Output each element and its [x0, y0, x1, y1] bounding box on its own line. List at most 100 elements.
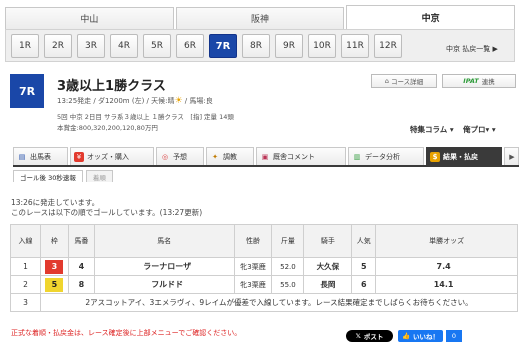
x-logo-icon: 𝕏 — [355, 332, 361, 340]
ipat-link-label: 連携 — [481, 78, 495, 86]
facebook-like-label: いいね！ — [413, 333, 440, 341]
tab-finishing-order[interactable]: 着順 — [85, 170, 113, 182]
waku-badge: 3 — [45, 259, 64, 274]
popularity-cell: 6 — [351, 275, 377, 294]
race-conditions: 5回 中京 2日目 サラ系３歳以上 １勝クラス [指] 定量 14頭 — [57, 113, 234, 121]
facebook-like-count: 0 — [446, 330, 462, 342]
jockey-link[interactable]: 長岡 — [303, 275, 353, 294]
col-horse-name: 馬名 — [93, 224, 235, 258]
waku-badge: 5 — [45, 277, 64, 292]
race-meta-track: / 馬場:良 — [182, 97, 213, 105]
comment-icon: ▣ — [261, 152, 269, 161]
race-number-bar: 1R 2R 3R 4R 5R 6R 7R 8R 9R 10R 11R 12R 中… — [5, 29, 515, 62]
venue-tab-nakayama[interactable]: 中山 — [5, 7, 174, 29]
tab-shutuba-label: 出馬表 — [30, 152, 51, 161]
race-button-4[interactable]: 4R — [110, 34, 138, 58]
payout-list-link[interactable]: 中京 払戻一覧 ▶ — [446, 44, 498, 54]
col-rank: 入線 — [10, 224, 41, 258]
tab-chokyo-label: 調教 — [223, 152, 237, 161]
tab-data-analysis-label: データ分析 — [365, 152, 400, 161]
col-uma: 馬番 — [67, 224, 95, 258]
tab-result-label: 結果・払戻 — [443, 152, 478, 161]
race-number-badge: 7R — [10, 74, 44, 108]
tab-odds-label: オッズ・購入 — [87, 152, 129, 161]
tab-stable-comment-label: 厩舎コメント — [273, 152, 315, 161]
col-waku: 枠 — [39, 224, 69, 258]
sex-age-cell: 牝3栗鹿 — [233, 275, 273, 294]
coins-icon: $ — [430, 151, 440, 162]
uma-cell: 4 — [67, 257, 95, 276]
tab-result[interactable]: $ 結果・払戻 — [426, 147, 502, 165]
remark-rank-cell: 3 — [10, 293, 41, 312]
tab-shutuba[interactable]: ▤ 出馬表 — [13, 147, 68, 165]
col-popularity: 人気 — [351, 224, 377, 258]
venue-tab-hanshin[interactable]: 阪神 — [175, 7, 345, 29]
tab-chokyo[interactable]: ✦ 調教 — [206, 147, 254, 165]
waku-cell: 3 — [39, 257, 69, 276]
feature-column-menu[interactable]: 特集コラム ▾ — [410, 124, 454, 135]
race-button-7[interactable]: 7R — [209, 34, 237, 58]
race-button-1[interactable]: 1R — [11, 34, 39, 58]
odds-cell: 14.1 — [375, 275, 518, 294]
course-detail-label: コース詳細 — [390, 78, 424, 86]
jockey-link[interactable]: 大久保 — [303, 257, 353, 276]
tab-data-analysis[interactable]: ▥ データ分析 — [348, 147, 424, 165]
race-button-10[interactable]: 10R — [308, 34, 336, 58]
weight-cell: 52.0 — [271, 257, 305, 276]
race-button-2[interactable]: 2R — [44, 34, 72, 58]
race-title: 3歳以上1勝クラス — [57, 79, 166, 94]
tab-more[interactable]: ▶ — [504, 147, 519, 165]
tab-stable-comment[interactable]: ▣ 厩舎コメント — [256, 147, 346, 165]
race-button-12[interactable]: 12R — [374, 34, 402, 58]
horse-name-link[interactable]: ラーナローザ — [93, 257, 235, 276]
horse-name-link[interactable]: フルドド — [93, 275, 235, 294]
tab-goal-flash[interactable]: ゴール後 30秒速報 — [13, 170, 83, 182]
tab-yoso[interactable]: ◎ 予想 — [156, 147, 204, 165]
uma-cell: 8 — [67, 275, 95, 294]
sunny-icon: ☀ — [174, 96, 183, 106]
x-post-button[interactable]: 𝕏 ポスト — [346, 330, 393, 342]
race-meta-text: 13:25発走 / ダ1200m (左) / 天候:晴 — [57, 97, 175, 105]
facebook-like-button[interactable]: 👍 いいね！ — [398, 330, 443, 342]
ipat-link-button[interactable]: IPAT 連携 — [442, 74, 516, 88]
result-table: 入線 枠 馬番 馬名 性齢 斤量 騎手 人気 単勝オッズ 1 3 4 ラーナロー… — [10, 224, 519, 312]
more-icon: ▶ — [509, 152, 515, 161]
odds-cell: 7.4 — [375, 257, 518, 276]
ipat-logo: IPAT — [463, 77, 479, 85]
rank-cell: 2 — [10, 275, 41, 294]
weight-cell: 55.0 — [271, 275, 305, 294]
goal-note: このレースは以下の順でゴールしています。(13:27更新) — [11, 208, 203, 217]
table-header-row: 入線 枠 馬番 馬名 性齢 斤量 騎手 人気 単勝オッズ — [10, 224, 518, 258]
race-prize: 本賞金:800,320,200,120,80万円 — [57, 124, 158, 132]
race-button-5[interactable]: 5R — [143, 34, 171, 58]
race-button-11[interactable]: 11R — [341, 34, 369, 58]
tab-yoso-label: 予想 — [173, 152, 187, 161]
race-menu-tabs: ▤ 出馬表 ¥ オッズ・購入 ◎ 予想 ✦ 調教 ▣ 厩舎コメント ▥ データ分… — [13, 147, 519, 167]
target-icon: ◎ — [161, 152, 169, 161]
orepro-menu[interactable]: 俺プロ▾ ▾ — [463, 124, 496, 135]
table-icon: ▤ — [18, 152, 26, 161]
sex-age-cell: 牝3栗鹿 — [233, 257, 273, 276]
tab-odds[interactable]: ¥ オッズ・購入 — [70, 147, 154, 165]
col-jockey: 騎手 — [303, 224, 353, 258]
result-subtabs: ゴール後 30秒速報 着順 — [13, 170, 113, 182]
col-weight: 斤量 — [271, 224, 305, 258]
venue-tabs: 中山 阪神 中京 — [5, 5, 516, 29]
training-icon: ✦ — [212, 152, 218, 161]
x-post-label: ポスト — [363, 333, 384, 341]
table-row-remark: 3 2アスコットアイ、3エメラヴィ、9レイムが優差で入線しています。レース結果確… — [10, 293, 519, 312]
race-button-9[interactable]: 9R — [275, 34, 303, 58]
yen-icon: ¥ — [74, 151, 84, 162]
table-row: 1 3 4 ラーナローザ 牝3栗鹿 52.0 大久保 5 7.4 — [10, 257, 518, 276]
rank-cell: 1 — [10, 257, 41, 276]
table-row: 2 5 8 フルドド 牝3栗鹿 55.0 長岡 6 14.1 — [10, 275, 518, 294]
col-sex-age: 性齢 — [233, 224, 273, 258]
race-button-3[interactable]: 3R — [77, 34, 105, 58]
venue-tab-chukyo[interactable]: 中京 — [346, 5, 516, 29]
course-detail-button[interactable]: ⌂ コース詳細 — [371, 74, 437, 88]
waku-cell: 5 — [39, 275, 69, 294]
race-button-6[interactable]: 6R — [176, 34, 204, 58]
remark-cell: 2アスコットアイ、3エメラヴィ、9レイムが優差で入線しています。レース結果確定ま… — [39, 293, 519, 312]
race-button-8[interactable]: 8R — [242, 34, 270, 58]
race-meta: 13:25発走 / ダ1200m (左) / 天候:晴☀ / 馬場:良 — [57, 96, 213, 106]
